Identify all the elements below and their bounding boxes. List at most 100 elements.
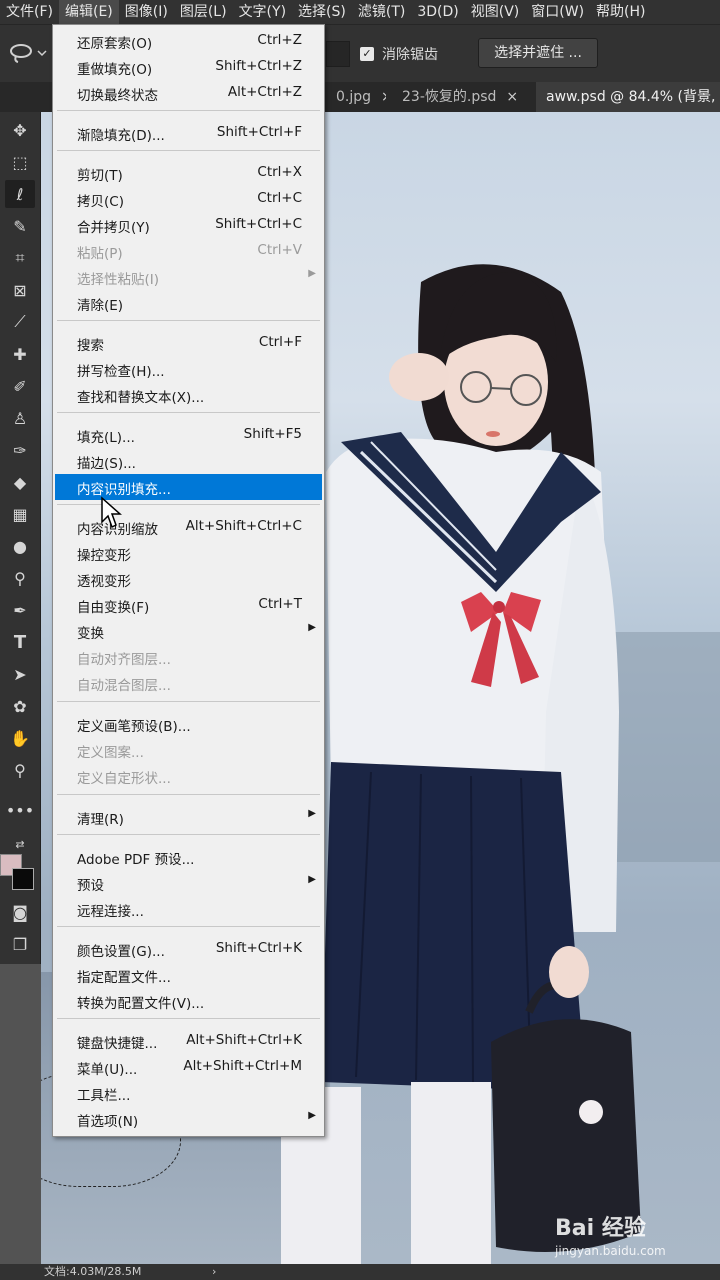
menu-item-label: 工具栏... — [77, 1088, 131, 1104]
edit-menu-item[interactable]: 透视变形 — [55, 566, 322, 592]
menu-view[interactable]: 视图(V) — [465, 0, 526, 24]
healing-tool[interactable]: ✚ — [5, 340, 35, 368]
menu-window[interactable]: 窗口(W) — [525, 0, 590, 24]
history-brush-tool[interactable]: ✑ — [5, 436, 35, 464]
edit-menu-item[interactable]: 填充(L)... Shift+F5 — [55, 422, 322, 448]
menu-item-shortcut: Shift+Ctrl+C — [215, 216, 302, 232]
menu-item-label: 描边(S)... — [77, 456, 136, 472]
tab-jpg[interactable]: 0.jpg × — [326, 82, 386, 112]
menu-image[interactable]: 图像(I) — [119, 0, 174, 24]
menu-filter[interactable]: 滤镜(T) — [352, 0, 411, 24]
menu-item-label: 自动混合图层... — [77, 678, 171, 694]
edit-menu-item[interactable]: 操控变形 — [55, 540, 322, 566]
edit-menu-item[interactable]: 还原套索(O) Ctrl+Z — [55, 28, 322, 54]
edit-menu-item[interactable]: 远程连接... — [55, 896, 322, 922]
crop-tool[interactable]: ⌗ — [5, 244, 35, 272]
edit-menu-item[interactable]: 定义画笔预设(B)... — [55, 711, 322, 737]
menu-item-label: 远程连接... — [77, 904, 144, 920]
gradient-tool[interactable]: ▦ — [5, 500, 35, 528]
zoom-tool[interactable]: ⚲ — [5, 756, 35, 784]
menu-type[interactable]: 文字(Y) — [233, 0, 292, 24]
antialias-checkbox[interactable]: ✓ — [360, 47, 374, 61]
edit-menu-item[interactable]: 重做填充(O) Shift+Ctrl+Z — [55, 54, 322, 80]
tab-recovered-psd[interactable]: 23-恢复的.psd × — [392, 82, 532, 112]
tool-preset-picker[interactable] — [8, 41, 52, 67]
menu-edit[interactable]: 编辑(E) — [58, 0, 119, 24]
more-tools[interactable]: ••• — [5, 796, 35, 824]
stamp-tool[interactable]: ♙ — [5, 404, 35, 432]
tab-aww-psd[interactable]: aww.psd @ 84.4% (背景, — [536, 82, 720, 112]
edit-menu-item[interactable]: 变换 ▶ — [55, 618, 322, 644]
lasso-icon: ℓ — [16, 184, 24, 204]
pen-tool[interactable]: ✒ — [5, 596, 35, 624]
edit-menu-item[interactable]: 内容识别缩放 Alt+Shift+Ctrl+C — [55, 514, 322, 540]
status-menu-arrow[interactable]: › — [212, 1264, 216, 1280]
menu-item-shortcut: Ctrl+Z — [257, 32, 302, 48]
zoom-icon: ⚲ — [14, 760, 26, 780]
frame-tool[interactable]: ⊠ — [5, 276, 35, 304]
rect-marquee-icon: ⬚ — [12, 152, 28, 172]
edit-menu-item[interactable]: 自由变换(F) Ctrl+T — [55, 592, 322, 618]
edit-menu-item[interactable]: 查找和替换文本(X)... — [55, 382, 322, 408]
edit-menu-item[interactable]: 颜色设置(G)... Shift+Ctrl+K — [55, 936, 322, 962]
menu-3d[interactable]: 3D(D) — [411, 0, 464, 24]
edit-menu-item[interactable]: 合并拷贝(Y) Shift+Ctrl+C — [55, 212, 322, 238]
edit-menu-item[interactable]: 切换最终状态 Alt+Ctrl+Z — [55, 80, 322, 106]
marquee-tool[interactable]: ⬚ — [5, 148, 35, 176]
close-icon[interactable]: × — [506, 89, 518, 105]
path-select-tool[interactable]: ➤ — [5, 660, 35, 688]
background-color-swatch[interactable] — [12, 868, 34, 890]
edit-menu-item[interactable]: 内容识别填充... — [55, 474, 322, 500]
dodge-icon: ⚲ — [14, 568, 26, 588]
menu-item-shortcut: Ctrl+V — [257, 242, 302, 258]
brush-tool[interactable]: ✐ — [5, 372, 35, 400]
watermark-brand: Bai 经验 — [555, 1216, 646, 1241]
hand-icon: ✋ — [10, 728, 30, 748]
menu-item-label: 预设 — [77, 878, 104, 894]
edit-menu-item[interactable]: 键盘快捷键... Alt+Shift+Ctrl+K — [55, 1028, 322, 1054]
blur-tool[interactable]: ● — [5, 532, 35, 560]
edit-menu-item[interactable]: 工具栏... — [55, 1080, 322, 1106]
edit-menu-item[interactable]: 拷贝(C) Ctrl+C — [55, 186, 322, 212]
select-and-mask-button[interactable]: 选择并遮住 ... — [478, 38, 598, 68]
edit-menu-item[interactable]: 转换为配置文件(V)... — [55, 988, 322, 1014]
edit-menu-item[interactable]: 搜索 Ctrl+F — [55, 330, 322, 356]
hand-tool[interactable]: ✋ — [5, 724, 35, 752]
menu-item-label: 清除(E) — [77, 298, 124, 314]
menu-file[interactable]: 文件(F) — [0, 0, 59, 24]
edit-menu-item[interactable]: 指定配置文件... — [55, 962, 322, 988]
edit-menu-item[interactable]: 渐隐填充(D)... Shift+Ctrl+F — [55, 120, 322, 146]
close-icon[interactable]: × — [381, 89, 386, 105]
edit-menu-item: 选择性粘贴(I) ▶ — [55, 264, 322, 290]
menu-layer[interactable]: 图层(L) — [174, 0, 233, 24]
menu-help[interactable]: 帮助(H) — [590, 0, 651, 24]
move-tool[interactable]: ✥ — [5, 116, 35, 144]
lasso-tool[interactable]: ℓ — [5, 180, 35, 208]
edit-menu-item[interactable]: 拼写检查(H)... — [55, 356, 322, 382]
menu-separator — [57, 834, 320, 835]
edit-menu-item[interactable]: 描边(S)... — [55, 448, 322, 474]
edit-menu-item[interactable]: Adobe PDF 预设... — [55, 844, 322, 870]
edit-menu-item[interactable]: 剪切(T) Ctrl+X — [55, 160, 322, 186]
menu-item-label: 拷贝(C) — [77, 194, 124, 210]
screen-mode-button[interactable]: ❐ — [5, 930, 35, 958]
edit-menu-item[interactable]: 首选项(N) ▶ — [55, 1106, 322, 1132]
quick-select-tool[interactable]: ✎ — [5, 212, 35, 240]
eraser-tool[interactable]: ◆ — [5, 468, 35, 496]
edit-menu-item[interactable]: 预设 ▶ — [55, 870, 322, 896]
edit-menu-item[interactable]: 清理(R) ▶ — [55, 804, 322, 830]
dodge-tool[interactable]: ⚲ — [5, 564, 35, 592]
quick-mask-button[interactable]: ◙ — [5, 898, 35, 926]
edit-menu-item[interactable]: 清除(E) — [55, 290, 322, 316]
shape-tool[interactable]: ✿ — [5, 692, 35, 720]
type-tool[interactable]: T — [5, 628, 35, 656]
edit-menu-item: 自动对齐图层... — [55, 644, 322, 670]
menu-separator — [57, 320, 320, 321]
feather-field[interactable] — [326, 41, 350, 67]
edit-menu-item[interactable]: 菜单(U)... Alt+Shift+Ctrl+M — [55, 1054, 322, 1080]
menu-separator — [57, 1018, 320, 1019]
menu-select[interactable]: 选择(S) — [292, 0, 352, 24]
menu-item-shortcut: Shift+Ctrl+K — [215, 940, 302, 956]
eyedropper-tool[interactable]: ⟋ — [5, 308, 35, 336]
healing-brush-icon: ✚ — [13, 344, 27, 364]
